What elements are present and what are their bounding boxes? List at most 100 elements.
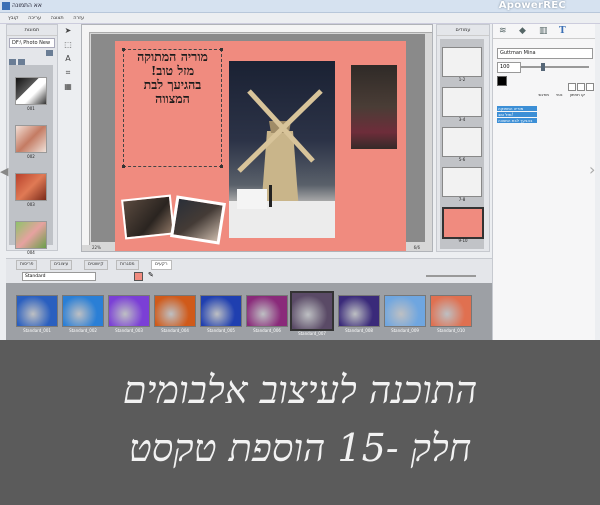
window-title: אא התמונה — [12, 2, 42, 9]
album-page[interactable]: מוריה המתוקה מזל טוב! בהגיעך לבת המצווה — [115, 41, 406, 251]
properties-tabs: ≋ ◆ ▥ T — [493, 24, 595, 39]
photo-thumb[interactable]: 001 — [15, 77, 47, 111]
background-thumb[interactable]: Standard_006 — [246, 295, 288, 333]
font-size-slider-handle[interactable] — [541, 63, 545, 71]
small-photo[interactable] — [170, 195, 226, 245]
font-family-select[interactable]: Guttman Mina — [497, 48, 593, 59]
album-folder-select[interactable]: DF:\ Photo New — [9, 38, 55, 48]
photos-toolbar — [9, 50, 55, 65]
background-set-select[interactable]: Standard — [22, 272, 96, 281]
text-tool-icon[interactable]: A — [63, 54, 73, 64]
title-bar: אא התמונה ApowerREC — [0, 0, 600, 13]
watermark: ApowerREC — [498, 0, 566, 11]
background-thumb[interactable]: Standard_004 — [154, 295, 196, 333]
canvas-status: 22% 6/6 — [82, 245, 432, 251]
background-thumb[interactable]: Standard_009 — [384, 295, 426, 333]
menu-file[interactable]: קובץ — [8, 15, 19, 21]
cube-icon[interactable]: ◆ — [519, 26, 526, 36]
resize-handle[interactable] — [122, 165, 125, 168]
text-box[interactable]: מוריה המתוקה מזל טוב! בהגיעך לבת המצווה — [122, 48, 223, 168]
thumb-size-slider[interactable] — [426, 275, 476, 277]
photos-panel: תמונות DF:\ Photo New 001 002 003 004 — [6, 24, 58, 255]
text-color-swatch[interactable] — [497, 76, 507, 86]
photo-thumb[interactable]: 003 — [15, 173, 47, 207]
pages-panel-header: עמודים — [437, 25, 489, 36]
tab-layouts[interactable]: פריסות — [16, 260, 38, 270]
ruler-left — [82, 32, 90, 245]
photo-thumb[interactable]: 002 — [15, 125, 47, 159]
add-icon[interactable] — [46, 50, 53, 56]
eyedropper-icon[interactable]: ✎ — [148, 271, 154, 279]
align-center-icon[interactable] — [577, 83, 585, 91]
menu-help[interactable]: עזרה — [73, 15, 84, 21]
page-thumb[interactable]: 1-2 — [442, 47, 482, 82]
text-properties-icon[interactable]: T — [559, 26, 566, 36]
ruler-top — [82, 25, 432, 33]
text-line: מזל טוב! — [150, 63, 195, 78]
background-thumb-selected[interactable]: Standard_007 — [290, 291, 334, 336]
frame-icon[interactable]: ▥ — [539, 26, 548, 36]
text-item[interactable]: בהגיעך לבת המצווה — [497, 118, 537, 123]
page-thumb-selected[interactable]: 9-10 — [442, 207, 484, 243]
portrait-photo[interactable] — [351, 65, 397, 149]
text-properties-panel: ≋ ◆ ▥ T Guttman Mina 100 קו תחתון נטוי מ… — [492, 24, 595, 340]
pages-list[interactable]: 1-2 3-4 5-6 7-8 9-10 — [440, 39, 484, 249]
layers-icon[interactable]: ≋ — [499, 26, 507, 36]
pointer-icon[interactable]: ➤ — [63, 26, 73, 36]
crop-icon[interactable]: ⌗ — [63, 68, 73, 78]
app-icon — [2, 2, 10, 10]
backgrounds-panel: רקעים מסגרות קישוטים עיצובים פריסות Stan… — [6, 258, 492, 340]
align-left-icon[interactable] — [568, 83, 576, 91]
caption-line-1: התוכנה לעיצוב אלבומים — [122, 368, 478, 412]
tab-backgrounds[interactable]: רקעים — [151, 260, 172, 270]
text-item[interactable]: מוריה המתוקה — [497, 106, 537, 111]
menu-bar: עזרה תצוגה עריכה קובץ — [0, 13, 600, 24]
tab-designs[interactable]: עיצובים — [50, 260, 73, 270]
menu-view[interactable]: תצוגה — [51, 15, 64, 21]
text-items-list[interactable]: מוריה המתוקה מזל טוב! בהגיעך לבת המצווה — [497, 106, 537, 124]
caption-line-2: חלק -15 הוספת טקסט — [128, 426, 472, 470]
background-thumb[interactable]: Standard_003 — [108, 295, 150, 333]
photos-list[interactable]: 001 002 003 004 — [9, 65, 53, 255]
tab-decorations[interactable]: קישוטים — [84, 260, 108, 270]
align-right-icon[interactable] — [586, 83, 594, 91]
color-picker-icon[interactable] — [134, 272, 143, 281]
font-size-input[interactable]: 100 — [497, 62, 521, 73]
small-photo[interactable] — [121, 194, 175, 240]
photo-thumb[interactable]: 004 — [15, 221, 47, 255]
design-tabs: רקעים מסגרות קישוטים עיצובים פריסות — [6, 259, 492, 270]
app-window: אא התמונה ApowerREC עזרה תצוגה עריכה קוב… — [0, 0, 600, 340]
page-thumb[interactable]: 3-4 — [442, 87, 482, 122]
chevron-right-icon[interactable]: › — [589, 160, 595, 179]
grid-icon[interactable]: ▦ — [63, 82, 73, 92]
background-thumb[interactable]: Standard_010 — [430, 295, 472, 333]
zoom-level[interactable]: 22% — [92, 245, 101, 250]
page-thumb[interactable]: 5-6 — [442, 127, 482, 162]
text-line: מוריה המתוקה — [137, 49, 208, 64]
tools-column: ➤ ⬚ A ⌗ ▦ — [63, 26, 77, 96]
background-thumb[interactable]: Standard_002 — [62, 295, 104, 333]
italic-checkbox[interactable]: נטוי — [556, 92, 562, 97]
resize-handle[interactable] — [220, 48, 223, 51]
background-thumb[interactable]: Standard_005 — [200, 295, 242, 333]
background-thumb[interactable]: Standard_001 — [16, 295, 58, 333]
underline-checkbox[interactable]: קו תחתון — [570, 92, 585, 97]
page-thumb[interactable]: 7-8 — [442, 167, 482, 202]
resize-handle[interactable] — [220, 165, 223, 168]
text-style-checks: קו תחתון נטוי מודגש — [497, 92, 591, 97]
canvas-area: מוריה המתוקה מזל טוב! בהגיעך לבת המצווה — [81, 24, 433, 252]
text-line: בהגיעך לבת — [143, 77, 202, 92]
chevron-left-icon[interactable]: ◀ — [0, 165, 8, 178]
windmill-photo[interactable] — [229, 61, 335, 238]
resize-handle[interactable] — [122, 48, 125, 51]
menu-edit[interactable]: עריכה — [28, 15, 41, 21]
backgrounds-toolbar: Standard ✎ — [6, 271, 492, 281]
font-size-slider[interactable] — [521, 66, 589, 68]
select-icon[interactable]: ⬚ — [63, 40, 73, 50]
text-item[interactable]: מזל טוב! — [497, 112, 537, 117]
tab-frames[interactable]: מסגרות — [116, 260, 139, 270]
background-thumb[interactable]: Standard_008 — [338, 295, 380, 333]
windmill-graphic — [229, 89, 335, 238]
bold-checkbox[interactable]: מודגש — [539, 92, 549, 97]
backgrounds-list[interactable]: Standard_001 Standard_002 Standard_003 S… — [6, 283, 492, 340]
